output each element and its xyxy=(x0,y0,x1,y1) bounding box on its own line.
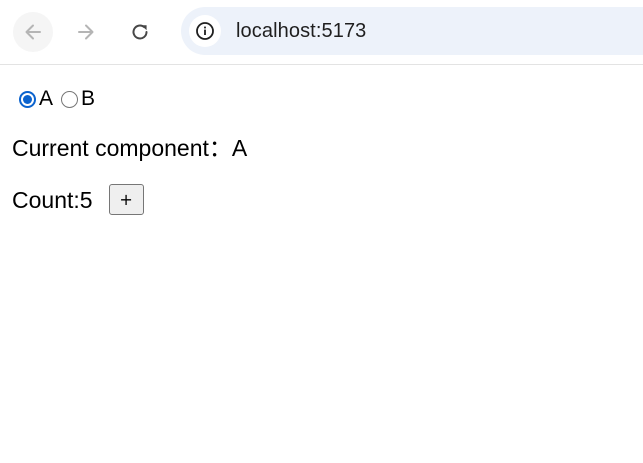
back-button[interactable] xyxy=(13,12,53,52)
url-text[interactable]: localhost:5173 xyxy=(236,19,366,43)
count-value: 5 xyxy=(79,186,93,213)
reload-button[interactable] xyxy=(120,12,160,52)
forward-button[interactable] xyxy=(66,12,106,52)
radio-a[interactable] xyxy=(19,90,36,108)
arrow-right-icon xyxy=(78,24,94,40)
page-content: A B Current component：A Count: 5 + xyxy=(0,66,643,463)
current-component-line: Current component：A xyxy=(12,134,247,162)
component-radio-group: A B xyxy=(19,87,95,111)
current-component-label: Current component： xyxy=(12,135,232,161)
address-bar[interactable]: localhost:5173 xyxy=(181,7,643,55)
arrow-left-icon xyxy=(25,24,41,40)
browser-toolbar: localhost:5173 xyxy=(0,0,643,65)
radio-b[interactable] xyxy=(61,90,79,108)
info-icon xyxy=(196,22,214,40)
increment-button[interactable]: + xyxy=(108,184,144,215)
radio-a-label[interactable]: A xyxy=(39,87,53,111)
site-info-button[interactable] xyxy=(189,15,221,47)
current-component-value: A xyxy=(231,135,248,161)
radio-b-label[interactable]: B xyxy=(81,87,95,111)
reload-icon xyxy=(132,24,148,40)
count-label: Count: xyxy=(12,186,80,213)
count-line: Count: 5 + xyxy=(12,184,144,215)
